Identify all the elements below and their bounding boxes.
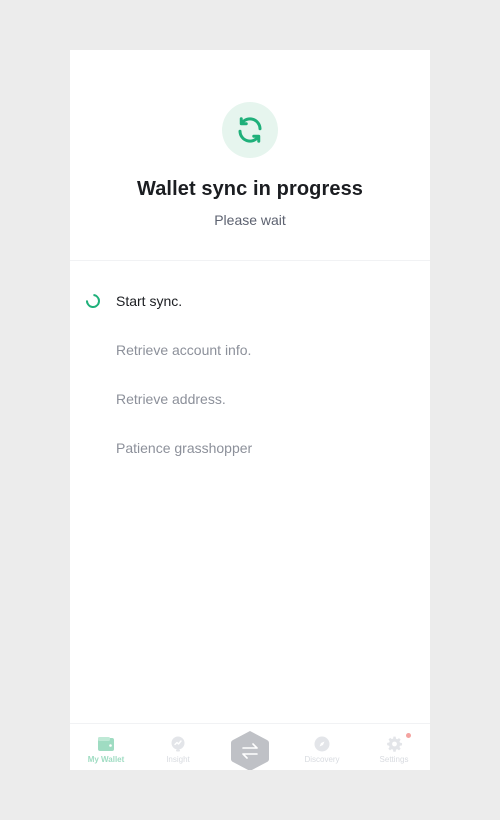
sync-step: Patience grasshopper: [70, 423, 430, 472]
bottom-tab-bar: My Wallet Insight Discovery Settings: [70, 723, 430, 770]
tab-insight[interactable]: Insight: [142, 736, 214, 764]
gear-icon: [386, 736, 402, 752]
tab-settings[interactable]: Settings: [358, 733, 430, 764]
sync-header: Wallet sync in progress Please wait: [70, 50, 430, 261]
tab-discovery[interactable]: Discovery: [286, 736, 358, 764]
tab-label: Discovery: [304, 755, 340, 764]
insight-icon: [171, 736, 185, 752]
compass-icon: [314, 736, 330, 752]
page-subtitle: Please wait: [214, 212, 286, 228]
sync-icon: [238, 117, 262, 143]
sync-steps-list: Start sync. Retrieve account info. Retri…: [70, 276, 430, 472]
sync-badge: [222, 102, 278, 158]
exchange-button[interactable]: [229, 730, 271, 770]
sync-step-label: Retrieve account info.: [116, 341, 252, 358]
page-title: Wallet sync in progress: [136, 178, 364, 200]
wallet-icon: [98, 737, 114, 751]
tab-label: My Wallet: [87, 755, 125, 764]
spinner-slot: [70, 290, 116, 311]
loading-spinner-icon: [83, 290, 103, 311]
tab-my-wallet[interactable]: My Wallet: [70, 736, 142, 764]
app-screen: Wallet sync in progress Please wait Star…: [70, 50, 430, 770]
sync-step-label: Retrieve address.: [116, 390, 226, 407]
tab-label: Insight: [166, 755, 190, 764]
notification-dot: [406, 733, 411, 738]
sync-step: Retrieve account info.: [70, 325, 430, 374]
sync-step: Start sync.: [70, 276, 430, 325]
tab-label: Settings: [379, 755, 409, 764]
sync-step: Retrieve address.: [70, 374, 430, 423]
exchange-icon: [231, 731, 269, 770]
sync-step-label: Start sync.: [116, 292, 183, 309]
sync-step-label: Patience grasshopper: [116, 439, 253, 456]
